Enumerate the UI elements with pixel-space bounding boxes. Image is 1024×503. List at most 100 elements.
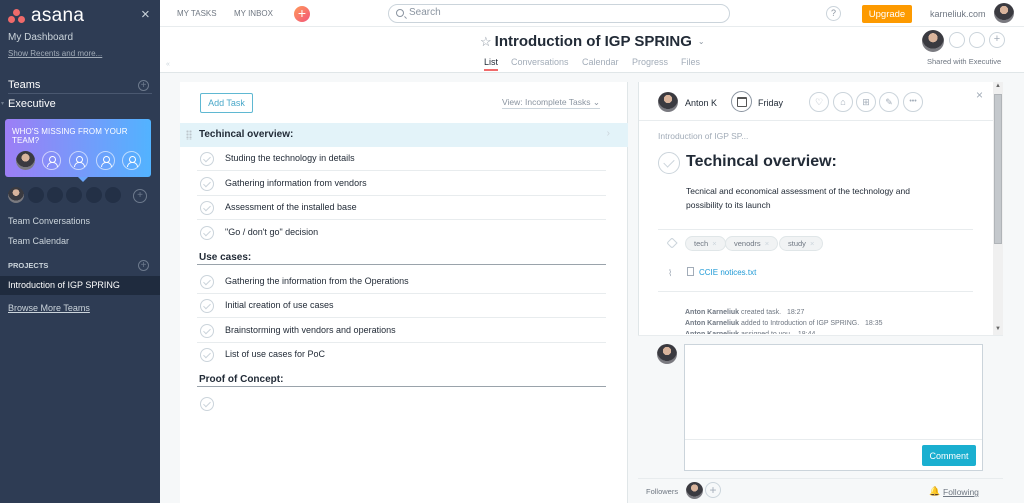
invite-member-icon[interactable] (122, 151, 141, 170)
add-follower-icon[interactable]: + (705, 482, 721, 498)
remove-tag-icon[interactable]: × (765, 239, 769, 248)
follower-avatar[interactable] (686, 482, 703, 499)
my-dashboard-link[interactable]: My Dashboard (8, 32, 73, 43)
complete-check-icon[interactable] (200, 299, 214, 313)
sidebar-project-item[interactable]: Introduction of IGP SPRING (0, 276, 160, 295)
calendar-icon[interactable] (731, 91, 752, 112)
tag-icon[interactable]: ⌂ (833, 92, 853, 112)
chevron-down-icon[interactable]: ⌄ (698, 37, 705, 46)
section-row[interactable]: Use cases: (180, 246, 628, 270)
team-member-avatar[interactable] (8, 187, 24, 203)
remove-tag-icon[interactable]: × (810, 239, 814, 248)
scroll-thumb[interactable] (994, 94, 1002, 244)
task-breadcrumb[interactable]: Introduction of IGP SP... (658, 131, 748, 141)
browse-more-teams-link[interactable]: Browse More Teams (8, 303, 90, 313)
task-description[interactable]: Tecnical and economical assessment of th… (686, 184, 946, 212)
section-row[interactable]: Proof of Concept: (180, 368, 628, 392)
section-title[interactable]: Use cases: (199, 252, 251, 263)
member-avatar[interactable] (922, 30, 944, 52)
section-row[interactable]: Techincal overview: › (180, 123, 628, 147)
task-name[interactable]: Gathering information from vendors (225, 178, 367, 188)
heart-icon[interactable]: ♡ (809, 92, 829, 112)
assignee-name[interactable]: Anton K (685, 98, 717, 108)
tab-calendar[interactable]: Calendar (582, 57, 619, 67)
help-button[interactable]: ? (826, 6, 841, 21)
task-name[interactable]: "Go / don't go" decision (225, 227, 318, 237)
view-filter-dropdown[interactable]: View: Incomplete Tasks ⌄ (502, 97, 600, 109)
complete-check-icon[interactable] (200, 226, 214, 240)
team-conversations-link[interactable]: Team Conversations (8, 216, 90, 226)
scroll-up-icon[interactable]: ▲ (995, 83, 1001, 89)
add-task-button[interactable]: Add Task (200, 93, 253, 113)
tab-conversations[interactable]: Conversations (511, 57, 569, 67)
search-input[interactable] (409, 7, 709, 18)
task-row[interactable]: Assessment of the installed base (197, 196, 606, 220)
task-row[interactable]: Initial creation of use cases (197, 294, 606, 318)
tab-progress[interactable]: Progress (632, 57, 668, 67)
due-date[interactable]: Friday (758, 98, 783, 108)
task-name[interactable]: Studing the technology in details (225, 153, 355, 163)
task-title[interactable]: Techincal overview: (686, 153, 837, 171)
user-avatar[interactable] (994, 3, 1014, 23)
task-name[interactable]: Assessment of the installed base (225, 202, 357, 212)
collapse-icon[interactable]: « (166, 61, 170, 68)
subtask-icon[interactable]: ⊞ (856, 92, 876, 112)
task-row[interactable]: Brainstorming with vendors and operation… (197, 319, 606, 343)
invite-member-icon[interactable] (42, 151, 61, 170)
complete-check-icon[interactable] (200, 152, 214, 166)
tab-files[interactable]: Files (681, 57, 700, 67)
section-title[interactable]: Techincal overview: (199, 129, 293, 140)
attachment-link[interactable]: CCIE notices.txt (699, 268, 756, 277)
invite-member-icon[interactable] (69, 151, 88, 170)
member-placeholder-icon[interactable] (969, 32, 985, 48)
task-row[interactable]: Studing the technology in details (197, 147, 606, 171)
scroll-down-icon[interactable]: ▼ (995, 326, 1001, 332)
my-tasks-link[interactable]: MY TASKS (177, 9, 217, 18)
team-calendar-link[interactable]: Team Calendar (8, 236, 69, 246)
close-icon[interactable]: × (976, 88, 983, 102)
task-row[interactable]: "Go / don't go" decision (197, 221, 606, 245)
complete-check-icon[interactable] (658, 152, 680, 174)
add-project-icon[interactable]: + (138, 260, 149, 271)
more-icon[interactable]: ••• (903, 92, 923, 112)
detail-scrollbar[interactable]: ▲ ▼ (993, 82, 1003, 335)
complete-check-icon[interactable] (200, 177, 214, 191)
task-row[interactable]: Gathering information from vendors (197, 172, 606, 196)
complete-check-icon[interactable] (200, 397, 214, 411)
task-row[interactable] (197, 392, 606, 416)
task-name[interactable]: List of use cases for PoC (225, 349, 325, 359)
add-member-icon[interactable]: + (989, 32, 1005, 48)
member-avatar[interactable] (16, 151, 35, 170)
quick-add-button[interactable]: + (294, 6, 310, 22)
tag-chip[interactable]: venodrs × (725, 236, 779, 251)
add-member-icon[interactable]: + (133, 189, 147, 203)
drag-handle-icon[interactable] (186, 130, 192, 140)
search-bar[interactable] (388, 4, 730, 23)
attachment-icon[interactable]: ✎ (879, 92, 899, 112)
complete-check-icon[interactable] (200, 201, 214, 215)
task-row[interactable]: Gathering the information from the Opera… (197, 270, 606, 294)
member-placeholder-icon[interactable] (949, 32, 965, 48)
comment-input[interactable] (685, 345, 982, 440)
complete-check-icon[interactable] (200, 275, 214, 289)
asana-logo[interactable]: asana (8, 5, 84, 27)
comment-button[interactable]: Comment (922, 445, 976, 466)
show-recents-link[interactable]: Show Recents and more... (8, 49, 102, 58)
tag-chip[interactable]: study × (779, 236, 824, 251)
tag-chip[interactable]: tech × (685, 236, 726, 251)
chevron-right-icon[interactable]: › (607, 128, 610, 139)
section-title[interactable]: Proof of Concept: (199, 374, 283, 385)
tab-list[interactable]: List (484, 57, 499, 71)
close-sidebar-icon[interactable]: × (141, 6, 150, 23)
invite-member-icon[interactable] (96, 151, 115, 170)
upgrade-button[interactable]: Upgrade (862, 5, 912, 23)
collapse-caret-icon[interactable]: ▾ (1, 100, 4, 107)
complete-check-icon[interactable] (200, 324, 214, 338)
assignee-avatar[interactable] (658, 92, 678, 112)
team-name[interactable]: Executive (8, 98, 56, 110)
task-row[interactable]: List of use cases for PoC (197, 343, 606, 367)
task-name[interactable]: Brainstorming with vendors and operation… (225, 325, 396, 335)
task-name[interactable]: Initial creation of use cases (225, 300, 334, 310)
workspace-name[interactable]: karneliuk.com (930, 9, 986, 19)
star-icon[interactable]: ☆ (480, 34, 492, 50)
